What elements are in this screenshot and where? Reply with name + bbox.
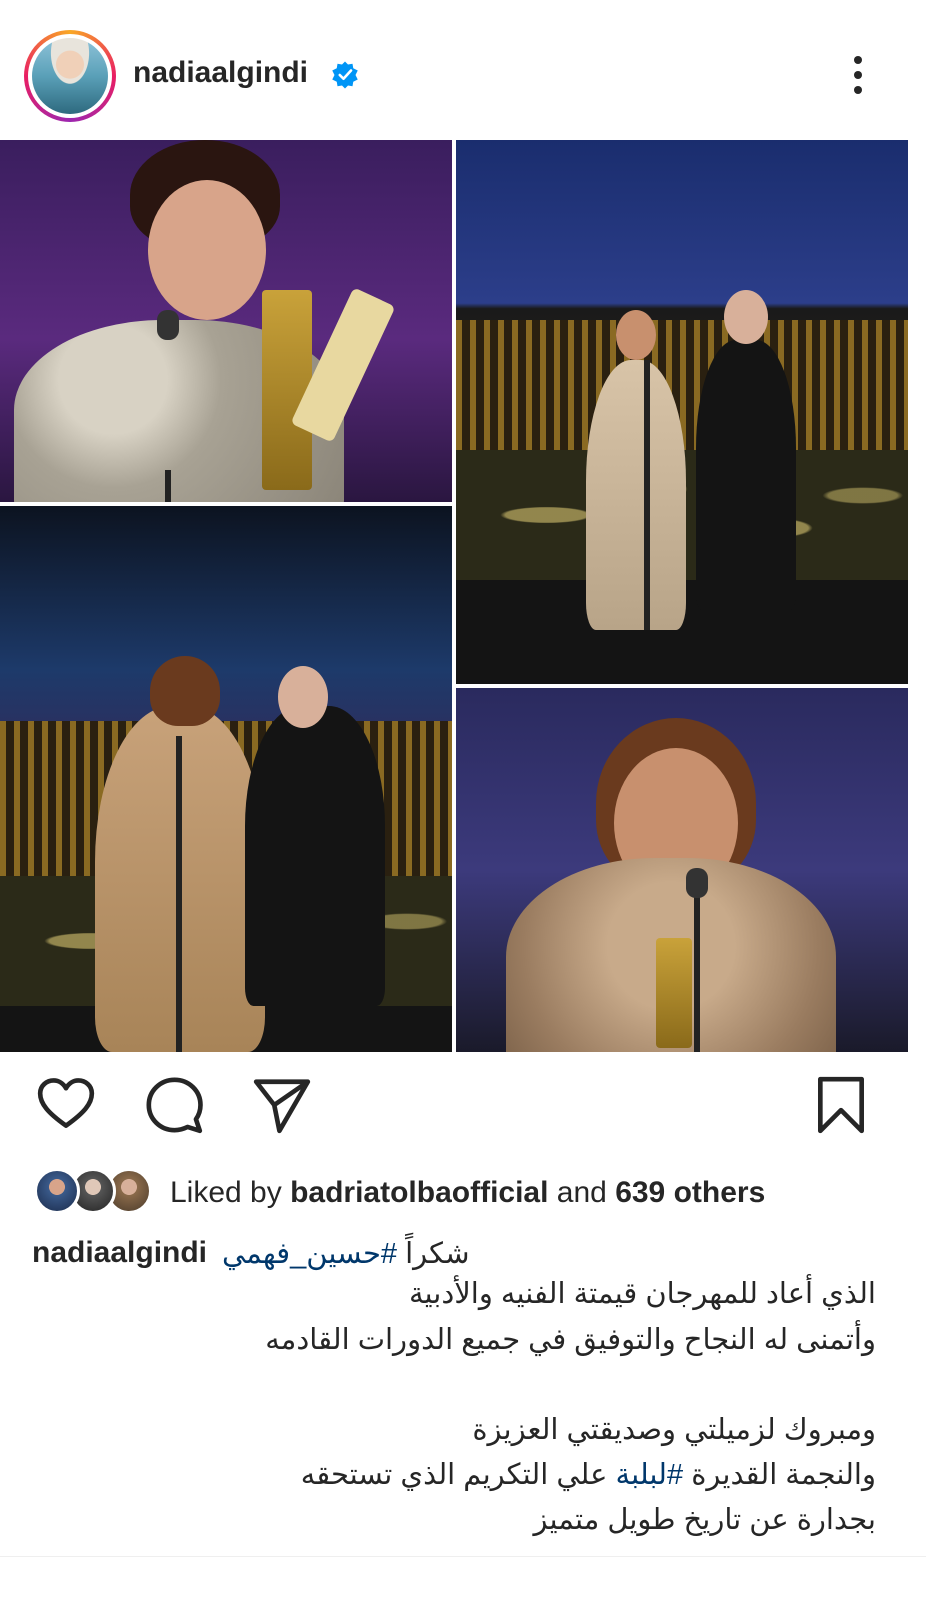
liker-avatar[interactable] <box>34 1168 80 1214</box>
send-icon[interactable] <box>251 1074 313 1136</box>
profile-avatar[interactable] <box>32 38 108 114</box>
caption-line: والنجمة القديرة #لبلبة علي التكريم الذي … <box>300 1459 876 1491</box>
caption-line: الذي أعاد للمهرجان قيمتة الفنيه والأدبية <box>408 1278 876 1310</box>
divider <box>0 1556 926 1557</box>
caption-header: nadiaalgindi شكراً #حسين_فهمي <box>32 1232 902 1276</box>
caption-line: بجدارة عن تاريخ طويل متميز <box>533 1504 876 1536</box>
bookmark-icon[interactable] <box>810 1074 872 1136</box>
caption-username[interactable]: nadiaalgindi <box>32 1236 207 1270</box>
post-image-collage[interactable] <box>0 140 926 1052</box>
likes-others[interactable]: 639 others <box>615 1176 765 1209</box>
profile-avatar-ring[interactable] <box>24 30 116 122</box>
heart-icon[interactable] <box>35 1074 97 1136</box>
caption-line: ومبروك لزميلتي وصديقتي العزيزة <box>472 1414 876 1446</box>
caption-line: وأتمنى له النجاح والتوفيق في جميع الدورا… <box>265 1324 876 1356</box>
caption-first-line: شكراً #حسين_فهمي <box>222 1238 470 1270</box>
post-header: nadiaalgindi <box>0 0 926 140</box>
post-photo-1[interactable] <box>0 140 452 502</box>
comment-icon[interactable] <box>143 1074 205 1136</box>
likes-row: Liked by badriatolbaofficial and 639 oth… <box>0 1162 926 1222</box>
hashtag-link[interactable]: #حسين_فهمي <box>222 1238 397 1270</box>
verified-badge-icon <box>332 61 358 89</box>
likes-summary[interactable]: Liked by badriatolbaofficial and 639 oth… <box>170 1176 765 1210</box>
post-username[interactable]: nadiaalgindi <box>133 56 308 90</box>
post-photo-2[interactable] <box>456 140 908 684</box>
post-photo-4[interactable] <box>456 688 908 1052</box>
more-options-icon[interactable] <box>843 52 873 98</box>
hashtag-link[interactable]: #لبلبة <box>616 1459 684 1491</box>
liker-username[interactable]: badriatolbaofficial <box>290 1176 548 1209</box>
post-photo-3[interactable] <box>0 506 452 1052</box>
post-actions-bar <box>0 1052 926 1162</box>
